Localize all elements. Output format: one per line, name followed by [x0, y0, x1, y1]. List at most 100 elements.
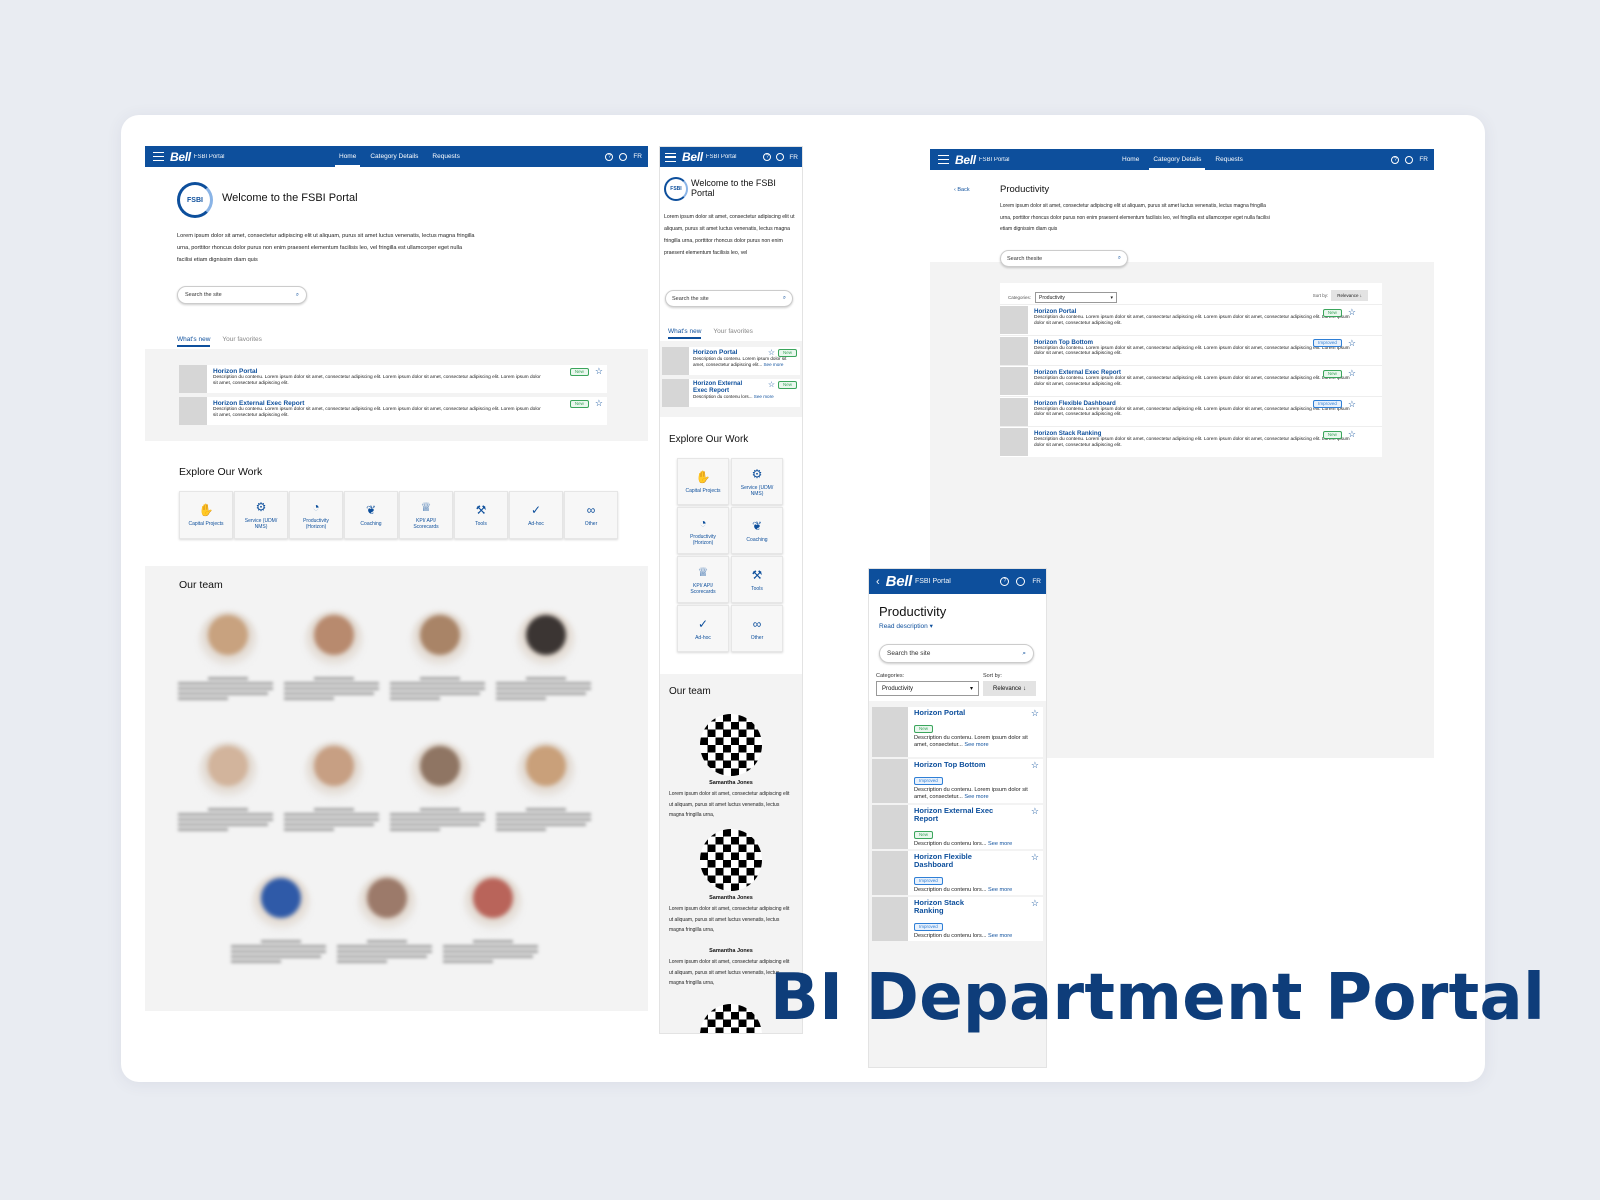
star-icon[interactable]: ☆ — [1031, 709, 1039, 718]
item-title[interactable]: Horizon Portal — [213, 368, 601, 375]
tab-your-favorites[interactable]: Your favorites — [222, 336, 262, 347]
search-icon[interactable]: ⌕ — [783, 295, 786, 302]
search-icon[interactable]: ⌕ — [296, 292, 299, 299]
star-icon[interactable]: ☆ — [1031, 899, 1039, 908]
list-item[interactable]: Horizon External Exec Report Description… — [179, 397, 607, 425]
read-description-toggle[interactable]: Read description ▾ — [879, 622, 933, 630]
list-item[interactable]: Horizon External Exec Report Description… — [662, 379, 800, 407]
list-item[interactable]: Horizon Top Bottom Improved Description du… — [872, 759, 1043, 803]
see-more-link[interactable]: See more — [988, 887, 1012, 893]
lang-toggle[interactable]: FR — [789, 154, 798, 161]
nav-category-details[interactable]: Category Details — [1146, 156, 1208, 170]
category-select[interactable]: Productivity ▾ — [876, 681, 979, 696]
profile-icon[interactable] — [1016, 577, 1026, 586]
tab-your-favorites[interactable]: Your favorites — [713, 328, 753, 339]
nav-requests[interactable]: Requests — [1208, 156, 1249, 163]
search-icon[interactable]: ⌕ — [1118, 255, 1121, 262]
category-tile[interactable]: ⚒ Tools — [454, 491, 508, 539]
menu-icon[interactable] — [938, 155, 949, 164]
list-item[interactable]: Horizon Flexible Dashboard Improved Descri… — [872, 851, 1043, 895]
list-item[interactable]: Horizon Stack Ranking Description du cont… — [1000, 426, 1382, 457]
item-title[interactable]: Horizon Portal — [914, 709, 994, 717]
sort-select[interactable]: Relevance ↓ — [1331, 290, 1368, 301]
help-icon[interactable]: ? — [605, 152, 614, 161]
list-item[interactable]: Horizon Flexible Dashboard Description du… — [1000, 395, 1382, 427]
category-tile[interactable]: ∞ Other — [564, 491, 618, 539]
star-icon[interactable]: ☆ — [1348, 338, 1356, 348]
see-more-link[interactable]: See more — [964, 742, 988, 748]
menu-icon[interactable] — [153, 152, 164, 161]
category-tile[interactable]: ✓ Ad-hoc — [509, 491, 563, 539]
list-item[interactable]: Horizon Stack Ranking Improved Description… — [872, 897, 1043, 941]
list-item[interactable]: Horizon Portal Description du contenu. Lo… — [1000, 304, 1382, 335]
lang-toggle[interactable]: FR — [1032, 578, 1041, 585]
list-item[interactable]: Horizon External Exec Report New Descripti… — [872, 805, 1043, 849]
category-tile[interactable]: ✋ Capital Projects — [677, 458, 729, 505]
bell-logo[interactable]: Bell — [955, 153, 976, 167]
item-title[interactable]: Horizon External Exec Report — [213, 400, 601, 407]
search-input[interactable]: Search thesite ⌕ — [1000, 250, 1128, 267]
category-tile[interactable]: ♕ KPI/ API/ Scorecards — [399, 491, 453, 539]
category-tile[interactable]: ✋ Capital Projects — [179, 491, 233, 539]
nav-home[interactable]: Home — [332, 153, 363, 167]
category-tile[interactable]: ◔ Productivity (Horizon) — [677, 507, 729, 554]
help-icon[interactable]: ? — [1391, 155, 1400, 164]
star-icon[interactable]: ☆ — [768, 380, 775, 389]
item-title[interactable]: Horizon External Exec Report — [693, 380, 753, 394]
bell-logo[interactable]: Bell — [170, 150, 191, 164]
chevron-left-icon[interactable]: ‹ — [876, 576, 880, 588]
nav-requests[interactable]: Requests — [425, 153, 466, 160]
star-icon[interactable]: ☆ — [1348, 369, 1356, 378]
search-icon[interactable]: ⌕ — [1022, 650, 1026, 658]
tab-whats-new[interactable]: What's new — [668, 328, 702, 339]
see-more-link[interactable]: See more — [988, 933, 1012, 939]
menu-icon[interactable] — [665, 152, 676, 162]
list-item[interactable]: Horizon External Exec Report Description … — [1000, 365, 1382, 396]
star-icon[interactable]: ☆ — [1031, 807, 1039, 816]
category-tile[interactable]: ♕ KPI/ API/ Scorecards — [677, 556, 729, 603]
item-title[interactable]: Horizon Top Bottom — [914, 761, 994, 769]
star-icon[interactable]: ☆ — [1031, 853, 1039, 862]
sort-select[interactable]: Relevance ↓ — [983, 681, 1036, 696]
star-icon[interactable]: ☆ — [595, 399, 603, 408]
see-more-link[interactable]: See more — [964, 794, 988, 800]
help-icon[interactable]: ? — [1000, 577, 1010, 586]
help-icon[interactable]: ? — [763, 153, 772, 161]
star-icon[interactable]: ☆ — [595, 367, 603, 376]
category-tile[interactable]: ◔ Productivity (Horizon) — [289, 491, 343, 539]
category-select[interactable]: Productivity ▾ — [1035, 292, 1118, 303]
star-icon[interactable]: ☆ — [1348, 399, 1356, 409]
list-item[interactable]: Horizon Portal Description du contenu. L… — [662, 347, 800, 375]
profile-icon[interactable] — [1405, 155, 1414, 164]
category-tile[interactable]: ❦ Coaching — [344, 491, 398, 539]
profile-icon[interactable] — [619, 152, 628, 161]
list-item[interactable]: Horizon Portal New Description du contenu.… — [872, 707, 1043, 757]
category-tile[interactable]: ∞ Other — [731, 605, 783, 652]
star-icon[interactable]: ☆ — [1348, 430, 1356, 439]
item-title[interactable]: Horizon External Exec Report — [914, 807, 994, 823]
nav-home[interactable]: Home — [1115, 156, 1146, 163]
bell-logo[interactable]: Bell — [682, 150, 703, 164]
star-icon[interactable]: ☆ — [1031, 761, 1039, 770]
search-input[interactable]: Search the site ⌕ — [177, 286, 307, 304]
star-icon[interactable]: ☆ — [768, 348, 775, 357]
category-tile[interactable]: ✓ Ad-hoc — [677, 605, 729, 652]
lang-toggle[interactable]: FR — [1419, 156, 1428, 163]
lang-toggle[interactable]: FR — [633, 153, 642, 160]
list-item[interactable]: Horizon Portal Description du contenu. L… — [179, 365, 607, 393]
item-title[interactable]: Horizon Flexible Dashboard — [914, 853, 994, 869]
bell-logo[interactable]: Bell — [886, 573, 913, 590]
see-more-link[interactable]: See more — [988, 841, 1012, 847]
nav-category-details[interactable]: Category Details — [363, 153, 425, 160]
tab-whats-new[interactable]: What's new — [177, 336, 211, 347]
profile-icon[interactable] — [776, 153, 785, 161]
category-tile[interactable]: ⚙ Service (UDM/ NMS) — [234, 491, 288, 539]
star-icon[interactable]: ☆ — [1348, 308, 1356, 317]
search-input[interactable]: Search the site ⌕ — [665, 290, 793, 307]
category-tile[interactable]: ⚒ Tools — [731, 556, 783, 603]
category-tile[interactable]: ❦ Coaching — [731, 507, 783, 554]
list-item[interactable]: Horizon Top Bottom Description du contenu… — [1000, 334, 1382, 366]
item-title[interactable]: Horizon Stack Ranking — [914, 899, 994, 915]
back-link[interactable]: ‹ Back — [954, 187, 970, 193]
category-tile[interactable]: ⚙ Service (UDM/ NMS) — [731, 458, 783, 505]
